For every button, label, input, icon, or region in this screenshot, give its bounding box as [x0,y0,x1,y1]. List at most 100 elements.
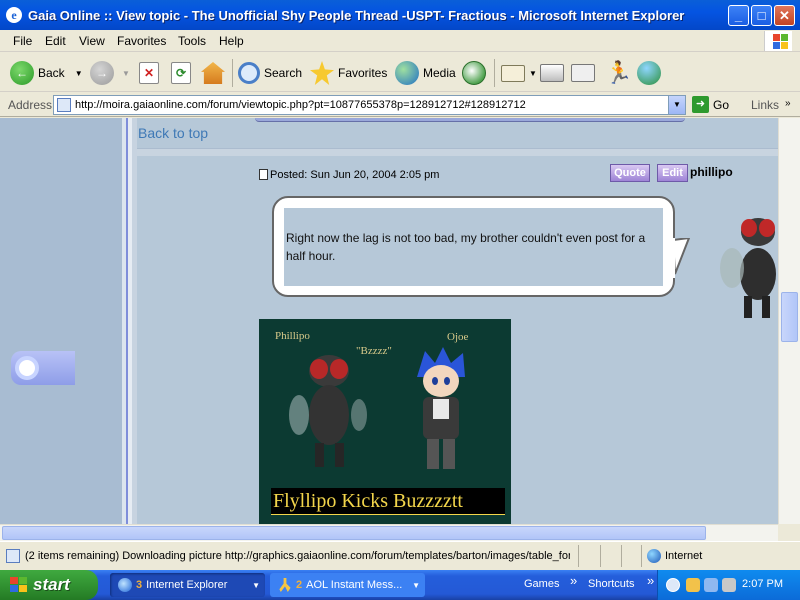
edit-page-icon [571,64,595,82]
menu-view[interactable]: View [79,34,105,48]
forward-button[interactable]: → ▼ [90,59,130,87]
chevron-down-icon[interactable]: ▼ [122,69,130,78]
search-icon [238,62,260,84]
start-button[interactable]: start [0,570,98,600]
horizontal-scroll-thumb[interactable] [2,526,706,540]
signature-image: Phillipo "Bzzzz" Ojoe Flyllipo Kicks Buz… [259,319,511,524]
windows-flag-icon [10,577,28,593]
previous-post-bottom [255,118,685,122]
menu-edit[interactable]: Edit [45,34,66,48]
image-label-phillipo: Phillipo [275,330,310,342]
post-divider [137,148,778,156]
back-button[interactable]: ← Back ▼ [10,59,83,87]
media-globe-icon [395,61,419,85]
back-arrow-icon: ← [10,61,34,85]
edit-page-button[interactable] [571,59,595,87]
fly-character-icon [289,355,367,467]
chevron-more-icon[interactable]: » [570,573,577,588]
home-icon [201,62,225,84]
history-icon [462,61,486,85]
home-button[interactable] [201,59,225,87]
tray-expand-icon[interactable] [666,578,680,592]
post-username[interactable]: phillipo [690,165,733,179]
aim-runner-icon [279,578,291,592]
security-zone: Internet [665,550,703,562]
page-content: Back to top Posted: Sun Jun 20, 2004 2:0… [0,118,778,524]
messenger-icon [637,61,661,85]
edit-button[interactable]: Edit [657,164,688,182]
refresh-button[interactable]: ⟳ [171,59,191,87]
taskbar: start 3 Internet Explorer ▼ 2 AOL Instan… [0,570,800,600]
toolbar: ← Back ▼ → ▼ ✕ ⟳ Search Favorites Media … [0,53,800,92]
chevron-down-icon[interactable]: ▼ [529,69,537,78]
links-more-icon[interactable]: » [785,98,791,109]
clock[interactable]: 2:07 PM [742,578,783,590]
aim-runner-icon: 🏃 [605,60,633,85]
vertical-scroll-thumb[interactable] [781,292,798,342]
go-arrow-icon: ➜ [692,96,709,113]
task-count: 2 [296,579,303,591]
favorites-label: Favorites [338,66,388,80]
chevron-down-icon: ▼ [412,581,420,590]
post-icon [259,169,268,180]
toolbar-games[interactable]: Games [524,578,559,590]
taskbar-item-aim[interactable]: 2 AOL Instant Mess... ▼ [270,573,425,597]
favorites-button[interactable]: Favorites [310,59,387,87]
taskbar-item-internet-explorer[interactable]: 3 Internet Explorer ▼ [110,573,265,597]
gaia-swirl-logo [11,351,75,385]
forward-arrow-icon: → [90,61,114,85]
menu-tools[interactable]: Tools [178,34,206,48]
address-bar: Address http://moira.gaiaonline.com/foru… [0,93,800,117]
left-column [0,118,122,524]
tray-volume-icon[interactable] [722,578,736,592]
messenger-button[interactable] [637,59,661,87]
task-label: AOL Instant Mess... [306,579,403,591]
title-bar: e Gaia Online :: View topic - The Unoffi… [0,0,800,30]
menu-favorites[interactable]: Favorites [117,34,166,48]
ie-icon [118,578,132,592]
menu-file[interactable]: File [13,34,32,48]
discuss-button[interactable]: 🏃 [605,59,633,87]
print-button[interactable] [540,59,564,87]
fly-avatar-icon [720,218,776,318]
vertical-scrollbar[interactable] [778,118,800,524]
go-button[interactable]: ➜ Go [692,96,729,113]
address-input[interactable]: http://moira.gaiaonline.com/forum/viewto… [53,95,686,115]
status-text: (2 items remaining) Downloading picture … [25,550,570,562]
minimize-button[interactable]: _ [728,5,749,26]
window-title: Gaia Online :: View topic - The Unoffici… [28,8,685,23]
quote-button[interactable]: Quote [610,164,650,182]
toolbar-shortcuts[interactable]: Shortcuts [588,578,634,590]
page-loading-icon [6,549,20,563]
image-label-ojoe: Ojoe [447,331,469,343]
back-to-top-link[interactable]: Back to top [138,125,208,141]
post-timestamp: Posted: Sun Jun 20, 2004 2:05 pm [270,169,440,181]
back-label: Back [38,66,65,80]
page-icon [57,98,71,112]
chevron-more-icon[interactable]: » [647,573,654,588]
start-label: start [33,575,70,594]
tray-network-icon[interactable] [686,578,700,592]
history-button[interactable] [462,59,486,87]
menu-help[interactable]: Help [219,34,244,48]
media-label: Media [423,66,456,80]
media-button[interactable]: Media [395,59,456,87]
mail-button[interactable]: ▼ [501,59,537,87]
close-button[interactable]: ✕ [774,5,795,26]
ojoe-character-icon [417,347,465,469]
maximize-button[interactable]: □ [751,5,772,26]
status-bar: (2 items remaining) Downloading picture … [0,541,800,570]
address-url[interactable]: http://moira.gaiaonline.com/forum/viewto… [75,99,526,111]
horizontal-scrollbar[interactable] [0,524,778,541]
search-button[interactable]: Search [238,59,302,87]
refresh-icon: ⟳ [171,62,191,84]
task-count: 3 [136,579,143,591]
stop-button[interactable]: ✕ [139,59,159,87]
post-message: Right now the lag is not too bad, my bro… [286,231,646,263]
address-dropdown-icon[interactable]: ▼ [668,96,685,114]
chevron-down-icon[interactable]: ▼ [75,69,83,78]
speech-bubble-tail [670,238,691,278]
tray-monitor-icon[interactable] [704,578,718,592]
links-button[interactable]: Links [751,98,779,112]
star-icon [310,61,334,85]
